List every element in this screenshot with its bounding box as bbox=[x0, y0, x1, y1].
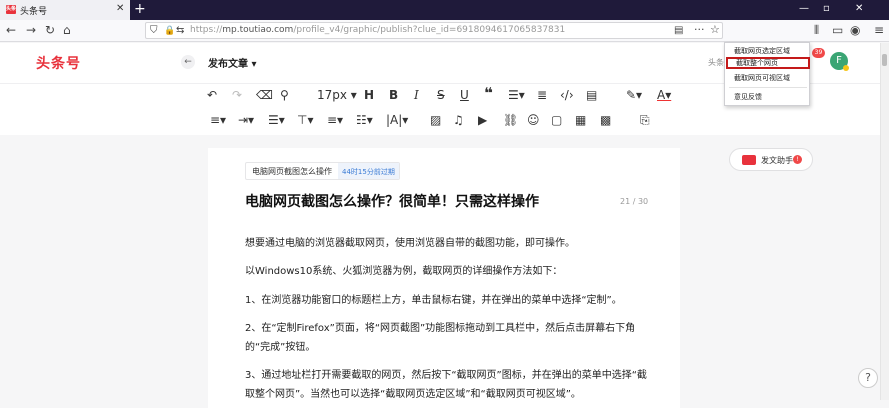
paragraph[interactable]: 想要通过电脑的浏览器截取网页，使用浏览器自带的截图功能，即可操作。 bbox=[245, 234, 650, 253]
paragraph[interactable]: 1、在浏览器功能窗口的标题栏上方，单击鼠标右键，并在弹出的菜单中选择“定制”。 bbox=[245, 291, 650, 310]
menu-item-full-page[interactable]: 截取整个网页 bbox=[726, 57, 810, 69]
close-window-icon[interactable]: ✕ bbox=[855, 3, 863, 14]
menu-item-visible-area[interactable]: 截取网页可视区域 bbox=[726, 72, 810, 84]
format-painter-icon[interactable]: ⚲ bbox=[280, 88, 289, 102]
assistant-alert-badge: ! bbox=[793, 155, 802, 164]
help-button[interactable]: ? bbox=[858, 368, 878, 388]
account-icon[interactable]: ◉ bbox=[850, 23, 860, 37]
forward-icon[interactable]: → bbox=[26, 23, 36, 37]
bookmark-star-icon[interactable]: ☆ bbox=[710, 23, 720, 37]
sidebar-icon[interactable]: ▭ bbox=[832, 23, 843, 37]
underline-icon[interactable]: U bbox=[460, 88, 469, 102]
library-icon[interactable]: ⫴ bbox=[814, 23, 819, 37]
text-format-icon[interactable]: |A|▾ bbox=[386, 113, 408, 127]
paragraph[interactable]: 3、通过地址栏打开需要截取的网页，然后按下“截取网页”图标，并在弹出的菜单中选择… bbox=[245, 366, 650, 404]
header-link[interactable]: 头条 bbox=[708, 57, 724, 68]
image-icon[interactable]: ▨ bbox=[430, 113, 441, 127]
music-icon[interactable]: ♫ bbox=[453, 113, 464, 127]
italic-icon[interactable]: I bbox=[414, 88, 419, 102]
bold-icon[interactable]: B bbox=[389, 88, 398, 102]
status-dot-icon bbox=[843, 65, 849, 71]
lock-icon: 🔒 bbox=[164, 26, 176, 36]
article-title[interactable]: 电脑网页截图怎么操作？很简单！只需这样操作 bbox=[245, 191, 539, 211]
tag-expire: 44时15分前过期 bbox=[338, 163, 399, 179]
page-actions-icon[interactable]: ··· bbox=[694, 23, 705, 37]
reload-icon[interactable]: ↻ bbox=[45, 23, 55, 37]
title-counter: 21 / 30 bbox=[620, 197, 649, 206]
paragraph[interactable]: 以Windows10系统、火狐浏览器为例，截取网页的详细操作方法如下： bbox=[245, 262, 650, 281]
align-icon[interactable]: ≡▾ bbox=[210, 113, 226, 127]
home-icon[interactable]: ⌂ bbox=[63, 23, 71, 37]
strikethrough-icon[interactable]: S bbox=[437, 88, 445, 102]
line-spacing-icon[interactable]: ☰▾ bbox=[268, 113, 285, 127]
heading-icon[interactable]: H bbox=[364, 88, 374, 102]
tab-favicon-icon: 头条 bbox=[6, 5, 17, 14]
scrollbar-thumb[interactable] bbox=[882, 54, 887, 66]
navigation-bar: ← → ↻ ⌂ ⛉ 🔒 ⇆ https://mp.toutiao.com/pro… bbox=[0, 20, 889, 59]
highlight-icon[interactable]: ✎▾ bbox=[626, 88, 642, 102]
url-text: https://mp.toutiao.com/profile_v4/graphi… bbox=[190, 25, 566, 35]
topic-tag[interactable]: 电脑网页截图怎么操作 44时15分前过期 bbox=[245, 162, 400, 180]
paragraph-spacing-icon[interactable]: ⊤▾ bbox=[297, 113, 313, 127]
undo-icon[interactable]: ↶ bbox=[207, 88, 217, 102]
paragraph[interactable]: 2、在“定制Firefox”页面，将“网页截图”功能图标拖动到工具栏中，然后点击… bbox=[245, 319, 650, 357]
indent-icon[interactable]: ⇥▾ bbox=[238, 113, 254, 127]
ordered-list-icon[interactable]: ☷▾ bbox=[356, 113, 373, 127]
block-icon[interactable]: ▤ bbox=[586, 88, 597, 102]
assistant-label: 发文助手 bbox=[761, 156, 793, 165]
quote-icon[interactable]: ❝ bbox=[484, 86, 493, 101]
screenshot-menu: 截取网页选定区域 截取整个网页 截取网页可视区域 意见反馈 bbox=[724, 42, 810, 106]
browser-tab[interactable]: 头条 头条号 ✕ bbox=[0, 0, 130, 20]
page-title[interactable]: 发布文章 ▾ bbox=[208, 55, 257, 70]
redo-icon[interactable]: ↷ bbox=[232, 88, 242, 102]
writing-assistant-button[interactable]: 发文助手 ! bbox=[729, 148, 813, 171]
toutiao-logo[interactable]: 头条号 bbox=[36, 53, 81, 73]
card-icon[interactable]: ▦ bbox=[575, 113, 586, 127]
browser-tab-bar: 头条 头条号 ✕ + — ▫ ✕ bbox=[0, 0, 889, 20]
menu-divider bbox=[729, 87, 807, 88]
tag-text: 电脑网页截图怎么操作 bbox=[252, 167, 332, 176]
menu-icon[interactable]: ≡ bbox=[874, 23, 884, 37]
image-edit-icon[interactable]: ▩ bbox=[600, 113, 611, 127]
tab-title: 头条号 bbox=[20, 7, 48, 17]
font-size-select[interactable]: 17px ▾ bbox=[317, 88, 357, 102]
code-icon[interactable]: ‹/› bbox=[560, 88, 574, 102]
close-tab-icon[interactable]: ✕ bbox=[116, 3, 124, 14]
video-icon[interactable]: ▶ bbox=[478, 113, 487, 127]
avatar-letter: F bbox=[836, 55, 842, 66]
scrollbar[interactable] bbox=[880, 43, 889, 400]
new-tab-icon[interactable]: + bbox=[134, 1, 146, 17]
insert-file-icon[interactable]: ⎘ bbox=[640, 113, 650, 127]
back-arrow-icon[interactable]: ← bbox=[181, 55, 195, 69]
minimize-icon[interactable]: — bbox=[799, 3, 809, 14]
emoji-icon[interactable]: ☺ bbox=[527, 113, 540, 127]
notification-badge[interactable]: 39 bbox=[812, 48, 825, 58]
link-icon[interactable]: ⛓ bbox=[503, 113, 518, 127]
divider-icon[interactable]: ≣ bbox=[537, 88, 547, 102]
letter-spacing-icon[interactable]: ≡▾ bbox=[327, 113, 343, 127]
shield-icon: ⛉ bbox=[150, 25, 158, 36]
address-bar[interactable]: ⛉ 🔒 ⇆ https://mp.toutiao.com/profile_v4/… bbox=[145, 22, 723, 39]
assistant-icon bbox=[742, 155, 756, 165]
eraser-icon[interactable]: ⌫ bbox=[256, 88, 273, 102]
note-icon[interactable]: ▢ bbox=[551, 113, 562, 127]
avatar[interactable]: F bbox=[830, 52, 849, 71]
unordered-list-icon[interactable]: ☰▾ bbox=[508, 88, 525, 102]
font-color-icon[interactable]: A▾ bbox=[657, 88, 671, 102]
menu-item-select-region[interactable]: 截取网页选定区域 bbox=[726, 45, 810, 57]
maximize-icon[interactable]: ▫ bbox=[823, 3, 830, 14]
reader-view-icon[interactable]: ▤ bbox=[674, 24, 683, 38]
menu-item-feedback[interactable]: 意见反馈 bbox=[726, 91, 810, 103]
permissions-icon: ⇆ bbox=[176, 25, 185, 36]
back-icon[interactable]: ← bbox=[6, 23, 16, 37]
